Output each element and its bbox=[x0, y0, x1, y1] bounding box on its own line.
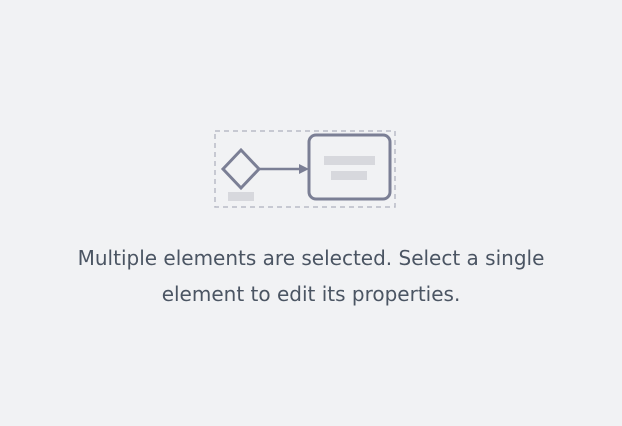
multiple-selection-message: Multiple elements are selected. Select a… bbox=[40, 240, 582, 312]
gateway-label-placeholder bbox=[228, 192, 254, 201]
properties-panel: Multiple elements are selected. Select a… bbox=[0, 0, 622, 426]
message-line-1: Multiple elements are selected. Select a… bbox=[77, 246, 545, 270]
task-shape bbox=[307, 133, 392, 201]
task-text-placeholder-2 bbox=[331, 171, 367, 180]
gateway-shape bbox=[220, 147, 262, 191]
multi-selection-diagram-icon bbox=[214, 130, 396, 208]
task-text-placeholder-1 bbox=[324, 156, 375, 165]
message-line-2: element to edit its properties. bbox=[161, 282, 461, 306]
